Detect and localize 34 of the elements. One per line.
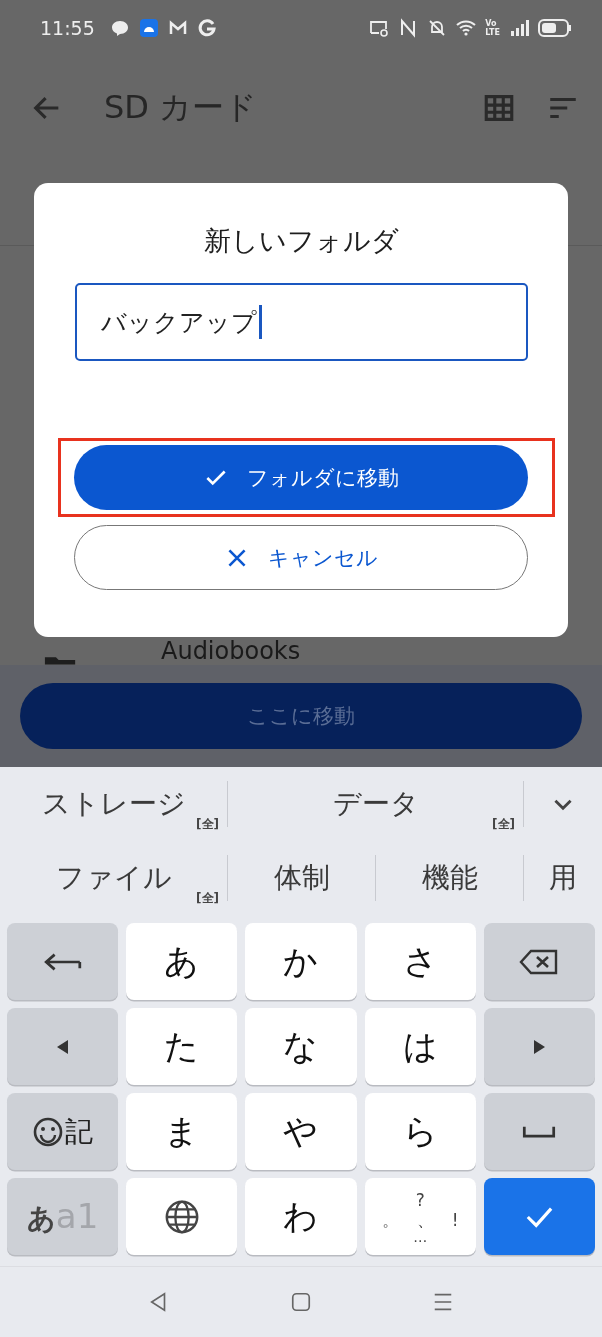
network-label: Vo LTE (485, 18, 500, 37)
clock: 11:55 (40, 16, 95, 39)
confirm-button[interactable]: フォルダに移動 (74, 445, 528, 510)
wifi-icon (456, 17, 477, 38)
kana-key[interactable]: か (245, 923, 357, 1000)
home-icon[interactable] (290, 1291, 312, 1313)
android-icon (138, 17, 159, 38)
kana-key[interactable]: さ (364, 923, 476, 1000)
kana-key[interactable]: は (364, 1008, 476, 1085)
kana-key[interactable]: あ (126, 923, 238, 1000)
globe-key[interactable] (126, 1178, 238, 1255)
signal-icon (509, 17, 529, 38)
kana-key[interactable]: ま (126, 1093, 238, 1170)
smiley-icon (32, 1116, 63, 1147)
folder-name-field[interactable]: バックアップ (74, 283, 528, 361)
suggestion[interactable]: 用 (524, 855, 602, 901)
kana-key[interactable]: た (126, 1008, 238, 1085)
suggestion[interactable]: 機能 (376, 855, 524, 901)
dialog-title: 新しいフォルダ (203, 224, 399, 258)
battery-icon (538, 17, 572, 38)
enter-key[interactable] (483, 1178, 595, 1255)
kana-key[interactable]: わ (245, 1178, 357, 1255)
kana-key[interactable]: ら (364, 1093, 476, 1170)
suggestion[interactable]: 体制 (228, 855, 376, 901)
screen-title: SD カード (104, 86, 258, 128)
kana-key[interactable]: な (245, 1008, 357, 1085)
folder-icon (44, 655, 77, 665)
menu-icon[interactable] (432, 1291, 454, 1313)
kana-key[interactable]: や (245, 1093, 357, 1170)
backspace-key[interactable] (483, 923, 595, 1000)
cancel-button[interactable]: キャンセル (74, 525, 528, 590)
g-icon (196, 17, 217, 38)
emoji-key[interactable]: 記 (7, 1093, 119, 1170)
punctuation-key[interactable]: ? 。 、 ! … (364, 1178, 476, 1255)
